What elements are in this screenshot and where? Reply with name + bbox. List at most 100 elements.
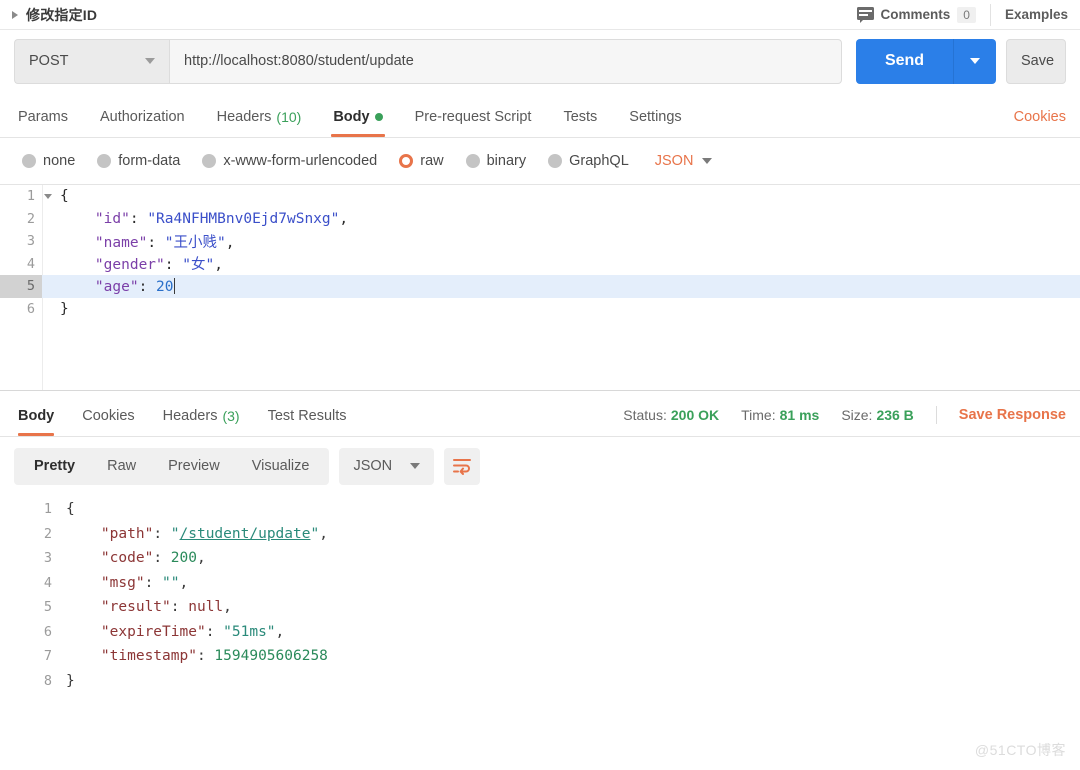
save-button[interactable]: Save — [1006, 39, 1066, 84]
line-number: 6 — [0, 298, 42, 321]
view-pretty[interactable]: Pretty — [18, 448, 91, 485]
body-type-none[interactable]: none — [22, 153, 75, 169]
comments-button[interactable]: Comments 0 — [857, 0, 990, 29]
chevron-down-icon — [970, 58, 980, 64]
code-token: , — [214, 257, 223, 273]
code-token: , — [339, 211, 348, 227]
tab-authorization[interactable]: Authorization — [84, 109, 201, 137]
url-value: http://localhost:8080/student/update — [184, 53, 414, 69]
response-line: 1{ — [0, 497, 1080, 522]
response-line: 5 "result": null, — [0, 595, 1080, 620]
code-token: , — [276, 624, 285, 640]
radio-selected-icon — [399, 154, 413, 168]
response-body-lines: 1{2 "path": "/student/update",3 "code": … — [0, 497, 1080, 693]
body-type-graphql[interactable]: GraphQL — [548, 153, 629, 169]
cookies-link[interactable]: Cookies — [1014, 109, 1066, 137]
response-path-link[interactable]: /student/update — [180, 526, 311, 542]
comment-bubble-icon — [857, 7, 874, 22]
code-token: , — [226, 235, 235, 251]
radio-label: binary — [487, 153, 527, 169]
request-editor-lines: 1{2 "id": "Ra4NFHMBnv0Ejd7wSnxg",3 "name… — [0, 185, 1080, 320]
response-tab-test-results[interactable]: Test Results — [254, 408, 361, 436]
size-value: 236 B — [876, 407, 913, 423]
tab-label: Authorization — [100, 109, 185, 125]
send-options-button[interactable] — [954, 58, 996, 64]
response-line-code: "expireTime": "51ms", — [66, 624, 284, 640]
tab-params[interactable]: Params — [14, 109, 84, 137]
radio-icon — [22, 154, 36, 168]
response-line-code: "timestamp": 1594905606258 — [66, 648, 328, 664]
word-wrap-button[interactable] — [444, 448, 480, 485]
editor-line[interactable]: 5 "age": 20 — [0, 275, 1080, 298]
body-type-form-data[interactable]: form-data — [97, 153, 180, 169]
comments-count-badge: 0 — [957, 7, 976, 23]
disclosure-triangle-icon[interactable] — [12, 11, 18, 19]
view-preview[interactable]: Preview — [152, 448, 236, 485]
body-format-select[interactable]: JSON — [655, 153, 713, 169]
response-line: 3 "code": 200, — [0, 546, 1080, 571]
editor-line-code: { — [54, 188, 69, 204]
status-badge: Status:200 OK — [623, 407, 719, 423]
code-token: , — [197, 550, 206, 566]
tab-label: Test Results — [268, 408, 347, 424]
tab-count: (3) — [222, 408, 239, 424]
code-token: : — [197, 648, 214, 664]
request-title-bar: 修改指定ID Comments 0 Examples — [0, 0, 1080, 30]
response-tab-headers[interactable]: Headers (3) — [149, 408, 254, 436]
radio-icon — [97, 154, 111, 168]
tab-label: Cookies — [82, 408, 134, 424]
editor-line[interactable]: 4 "gender": "女", — [0, 253, 1080, 276]
response-body-viewer[interactable]: 1{2 "path": "/student/update",3 "code": … — [0, 495, 1080, 693]
editor-line[interactable]: 3 "name": "王小贱", — [0, 230, 1080, 253]
response-tab-cookies[interactable]: Cookies — [68, 408, 148, 436]
fold-toggle-icon[interactable] — [42, 194, 54, 199]
tab-pre-request-script[interactable]: Pre-request Script — [399, 109, 548, 137]
view-raw[interactable]: Raw — [91, 448, 152, 485]
status-label: Status: — [623, 407, 667, 423]
code-token: : — [171, 599, 188, 615]
editor-line[interactable]: 1{ — [0, 185, 1080, 208]
tab-label: Body — [18, 408, 54, 424]
tab-body[interactable]: Body — [317, 109, 398, 137]
body-type-x-www-form-urlencoded[interactable]: x-www-form-urlencoded — [202, 153, 377, 169]
line-number: 2 — [0, 526, 66, 542]
code-token: "51ms" — [223, 624, 275, 640]
save-response-button[interactable]: Save Response — [959, 407, 1066, 423]
tab-count: (10) — [276, 109, 301, 125]
tab-label: Headers — [163, 408, 218, 424]
response-format-select[interactable]: JSON — [339, 448, 434, 485]
tab-headers[interactable]: Headers (10) — [201, 109, 318, 137]
code-token: " — [171, 526, 180, 542]
tab-settings[interactable]: Settings — [613, 109, 697, 137]
tab-tests[interactable]: Tests — [547, 109, 613, 137]
body-type-raw[interactable]: raw — [399, 153, 443, 169]
examples-button[interactable]: Examples — [991, 7, 1068, 22]
view-visualize[interactable]: Visualize — [236, 448, 326, 485]
code-token: "" — [162, 575, 179, 591]
response-meta: Status:200 OK Time:81 ms Size:236 B Save… — [623, 406, 1066, 436]
line-number: 1 — [0, 501, 66, 517]
editor-line[interactable]: 6} — [0, 298, 1080, 321]
editor-line[interactable]: 2 "id": "Ra4NFHMBnv0Ejd7wSnxg", — [0, 208, 1080, 231]
watermark: @51CTO博客 — [975, 740, 1066, 760]
code-token: "path" — [66, 526, 153, 542]
send-button[interactable]: Send — [856, 39, 996, 84]
request-body-editor[interactable]: 1{2 "id": "Ra4NFHMBnv0Ejd7wSnxg",3 "name… — [0, 184, 1080, 390]
response-tab-body[interactable]: Body — [14, 408, 68, 436]
http-method-value: POST — [29, 53, 68, 69]
chevron-down-icon — [145, 58, 155, 64]
body-type-selector: none form-data x-www-form-urlencoded raw… — [0, 138, 1080, 184]
radio-label: GraphQL — [569, 153, 629, 169]
code-token: , — [319, 526, 328, 542]
page-title: 修改指定ID — [26, 5, 97, 25]
url-input[interactable]: http://localhost:8080/student/update — [169, 39, 842, 84]
response-line-code: "msg": "", — [66, 575, 188, 591]
http-method-select[interactable]: POST — [14, 39, 169, 84]
code-token: "女" — [182, 257, 214, 273]
tab-label: Body — [333, 109, 369, 125]
response-line-code: { — [66, 501, 75, 517]
body-type-binary[interactable]: binary — [466, 153, 527, 169]
code-token: } — [60, 301, 69, 317]
size-badge: Size:236 B — [841, 407, 913, 423]
radio-icon — [202, 154, 216, 168]
